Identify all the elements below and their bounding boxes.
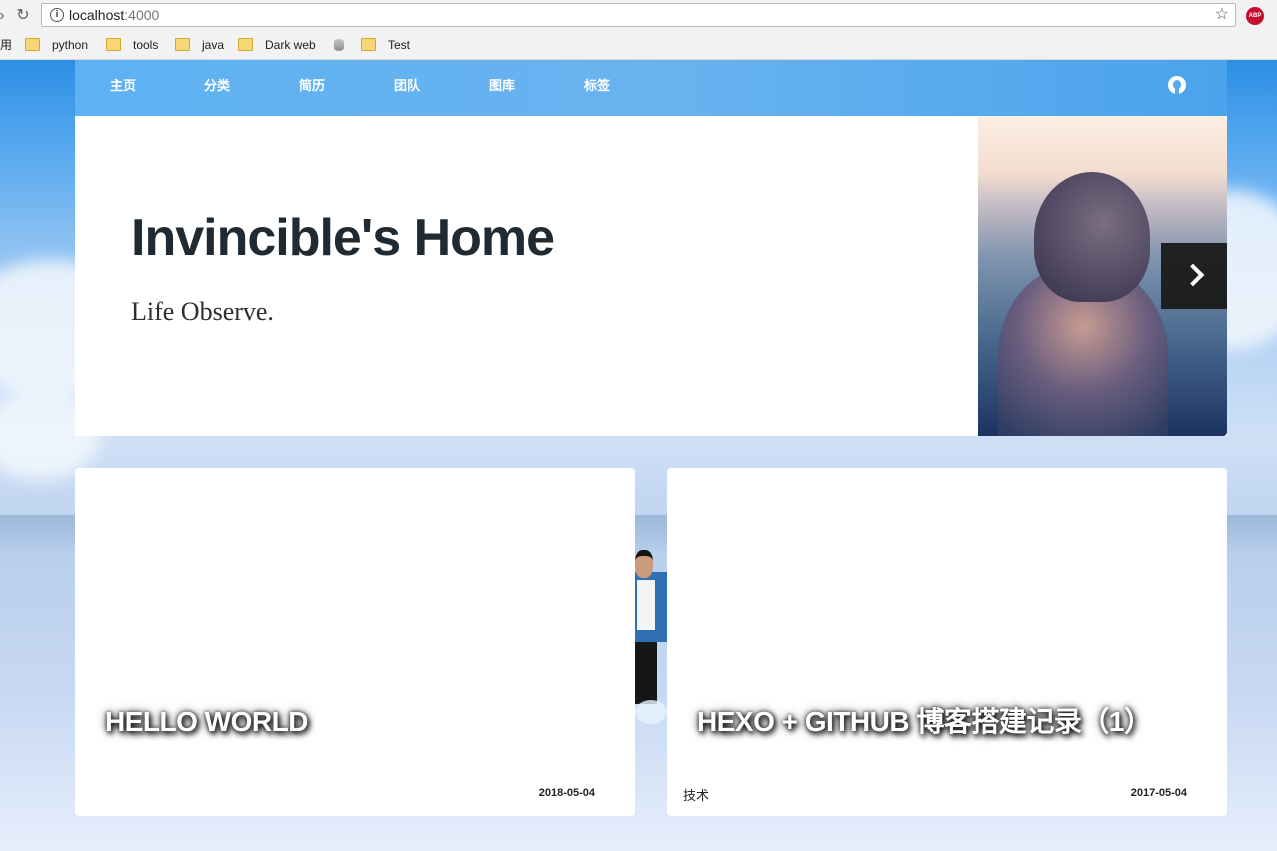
post-title[interactable]: HEXO + GITHUB 博客搭建记录（1） [697, 704, 1152, 740]
folder-icon [25, 38, 40, 51]
back-arrow-icon[interactable]: › [0, 6, 12, 26]
url-host: localhost [69, 7, 125, 23]
url-port: :4000 [124, 7, 160, 23]
photo-figure-head [1034, 172, 1150, 302]
site-navbar: 主页 分类 简历 团队 图库 标签 [75, 60, 1227, 116]
info-icon[interactable]: i [50, 8, 64, 22]
folder-icon [175, 38, 190, 51]
folder-icon [361, 38, 376, 51]
browser-toolbar: › ↻ i localhost:4000 ☆ ABP [0, 0, 1277, 32]
post-date: 2017-05-04 [1130, 787, 1187, 799]
bookmark-dark-web[interactable]: Dark web [238, 37, 316, 54]
nav-home[interactable]: 主页 [110, 78, 136, 96]
site-subtitle: Life Observe. [131, 297, 274, 326]
adblock-extension-icon[interactable]: ABP [1246, 7, 1264, 25]
folder-icon [238, 38, 253, 51]
post-card[interactable]: HEXO + GITHUB 博客搭建记录（1） 技术 2017-05-04 [667, 468, 1227, 816]
reload-icon[interactable]: ↻ [13, 6, 33, 26]
bookmark-python[interactable]: python [25, 37, 88, 54]
bookmark-database[interactable] [334, 37, 344, 54]
database-icon [334, 39, 344, 51]
post-card[interactable]: HELLO WORLD 2018-05-04 [75, 468, 635, 816]
url-text[interactable]: localhost:4000 [69, 7, 159, 24]
post-title[interactable]: HELLO WORLD [105, 704, 308, 740]
bookmarks-bar: 用 python tools java Dark web Test [0, 32, 1277, 60]
nav-gallery[interactable]: 图库 [489, 78, 515, 96]
nav-resume[interactable]: 简历 [299, 78, 325, 96]
nav-team[interactable]: 团队 [394, 78, 420, 96]
site-title: Invincible's Home [131, 209, 555, 267]
post-date: 2018-05-04 [538, 787, 595, 799]
nav-categories[interactable]: 分类 [204, 78, 230, 96]
bookmark-star-icon[interactable]: ☆ [1215, 5, 1229, 25]
post-category[interactable]: 技术 [683, 785, 709, 804]
address-bar[interactable]: i localhost:4000 ☆ [41, 3, 1236, 27]
bookmark-apps[interactable]: 用 [0, 37, 12, 54]
github-icon[interactable] [1168, 76, 1186, 94]
bookmark-test[interactable]: Test [361, 37, 410, 54]
hero-banner: Invincible's Home Life Observe. [75, 116, 1227, 436]
background-person-image [635, 550, 667, 730]
page-background: 主页 分类 简历 团队 图库 标签 Invincible's Home Life… [0, 60, 1277, 851]
bookmark-java[interactable]: java [175, 37, 224, 54]
bookmark-tools[interactable]: tools [106, 37, 158, 54]
carousel-next-button[interactable] [1161, 243, 1227, 309]
folder-icon [106, 38, 121, 51]
nav-tags[interactable]: 标签 [584, 78, 610, 96]
